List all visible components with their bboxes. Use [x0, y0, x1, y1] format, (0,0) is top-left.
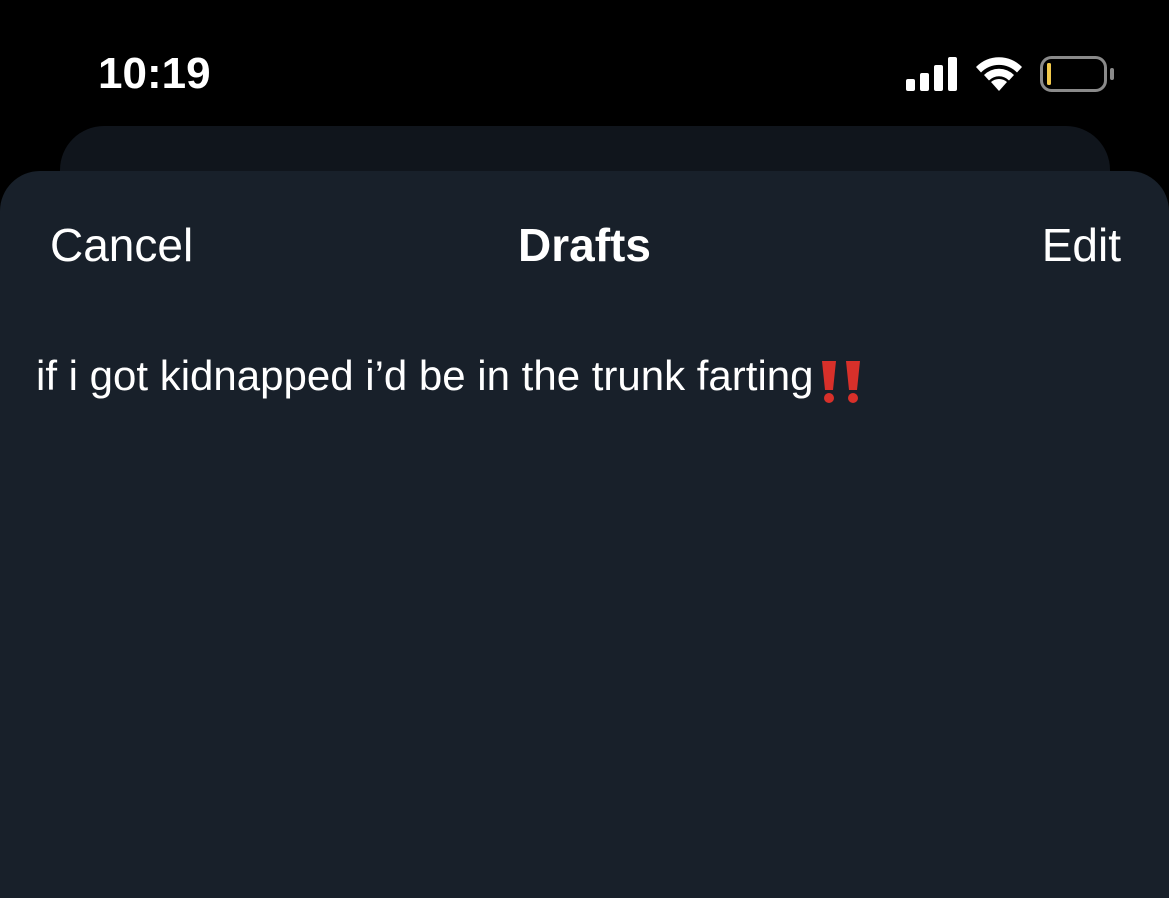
page-title: Drafts	[518, 219, 651, 271]
drafts-sheet: Cancel Drafts Edit if i got kidnapped i’…	[0, 171, 1169, 898]
status-bar: 10:19	[0, 0, 1169, 130]
screen: 10:19 Cancel Drafts Edit if i got kidnap…	[0, 0, 1169, 898]
nav-bar: Cancel Drafts Edit	[0, 171, 1169, 321]
wifi-icon	[976, 57, 1022, 91]
double-exclamation-icon	[821, 360, 860, 403]
edit-button[interactable]: Edit	[1042, 217, 1121, 273]
draft-text: if i got kidnapped i’d be in the trunk f…	[36, 352, 814, 399]
battery-low-icon	[1040, 56, 1114, 92]
draft-list: if i got kidnapped i’d be in the trunk f…	[0, 331, 1169, 423]
status-time: 10:19	[98, 49, 211, 98]
draft-item[interactable]: if i got kidnapped i’d be in the trunk f…	[0, 331, 1169, 423]
cellular-signal-icon	[906, 57, 957, 91]
